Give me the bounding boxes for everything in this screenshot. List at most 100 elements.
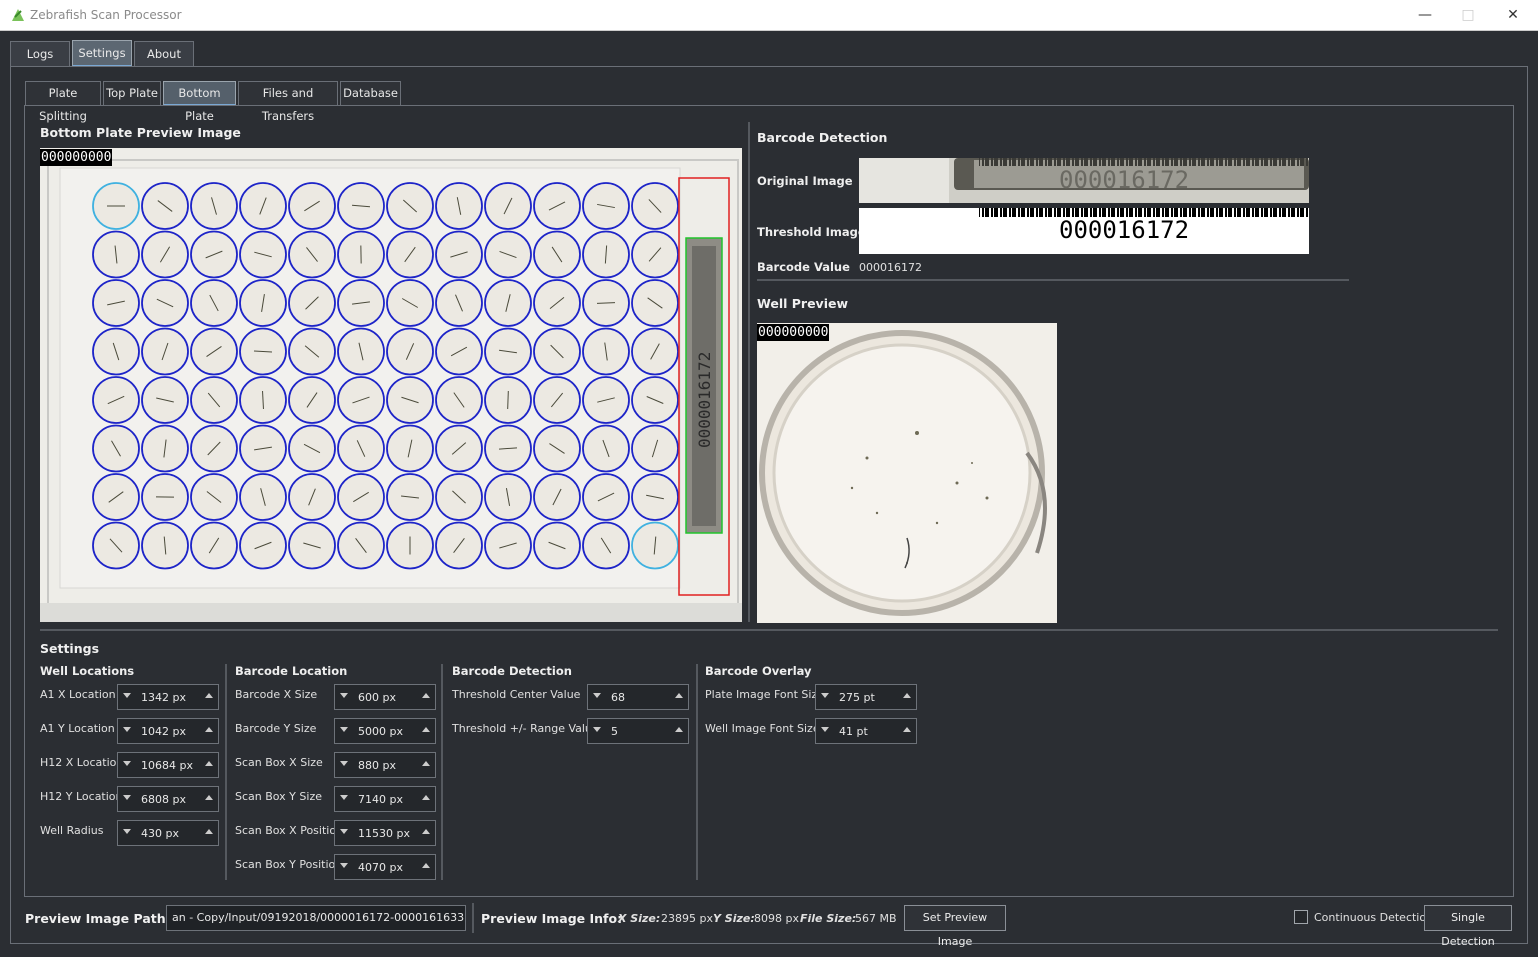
chevron-up-icon[interactable] — [205, 761, 213, 766]
well-overlay-number: 000000000 — [757, 324, 830, 341]
setting-spinbox[interactable]: 880 px — [334, 752, 436, 778]
setting-spinbox[interactable]: 275 pt — [815, 684, 917, 710]
setting-spinbox[interactable]: 11530 px — [334, 820, 436, 846]
tab-logs[interactable]: Logs — [10, 41, 70, 67]
chevron-down-icon[interactable] — [340, 727, 348, 732]
tab-plate-splitting[interactable]: Plate Splitting — [25, 81, 101, 123]
file-size-value: 567 MB — [855, 912, 897, 925]
chevron-down-icon[interactable] — [593, 693, 601, 698]
setting-spinbox[interactable]: 430 px — [117, 820, 219, 846]
chevron-up-icon[interactable] — [422, 863, 430, 868]
tab-database[interactable]: Database — [340, 81, 401, 106]
barcode-bar — [985, 158, 988, 166]
tab-settings[interactable]: Settings — [72, 40, 132, 67]
chevron-down-icon[interactable] — [340, 795, 348, 800]
spinbox-value: 7140 px — [358, 793, 403, 806]
chevron-down-icon[interactable] — [123, 727, 131, 732]
tab-top-plate[interactable]: Top Plate — [103, 81, 161, 106]
barcode-bar — [1018, 158, 1020, 166]
chevron-up-icon[interactable] — [205, 795, 213, 800]
spinbox-value: 430 px — [141, 827, 179, 840]
setting-spinbox[interactable]: 5 — [587, 718, 689, 744]
barcode-bar — [1210, 208, 1213, 217]
chevron-up-icon[interactable] — [422, 693, 430, 698]
chevron-down-icon[interactable] — [340, 693, 348, 698]
barcode-bar — [994, 208, 997, 217]
chevron-down-icon[interactable] — [123, 761, 131, 766]
barcode-bar — [1279, 158, 1281, 166]
barcode-bar — [1258, 158, 1259, 166]
setting-label: Scan Box X Size — [235, 756, 323, 769]
barcode-bar — [1198, 158, 1200, 166]
setting-spinbox[interactable]: 68 — [587, 684, 689, 710]
barcode-bar — [1270, 208, 1272, 217]
barcode-bar — [1210, 158, 1213, 166]
setting-spinbox[interactable]: 5000 px — [334, 718, 436, 744]
barcode-bar — [1297, 158, 1299, 166]
barcode-bar — [1300, 208, 1303, 217]
chevron-down-icon[interactable] — [123, 693, 131, 698]
set-preview-image-button[interactable]: Set Preview Image — [904, 905, 1006, 948]
barcode-bar — [997, 208, 998, 217]
footer-divider — [472, 903, 474, 933]
chevron-up-icon[interactable] — [205, 829, 213, 834]
setting-spinbox[interactable]: 1042 px — [117, 718, 219, 744]
tab-about[interactable]: About — [134, 41, 194, 67]
tab-files-and-transfers[interactable]: Files and Transfers — [238, 81, 338, 123]
barcode-bar — [1165, 158, 1168, 166]
barcode-bar — [1027, 158, 1029, 166]
preview-path-label: Preview Image Path: — [25, 911, 171, 926]
spinbox-value: 5 — [611, 725, 618, 738]
chevron-up-icon[interactable] — [903, 727, 911, 732]
settings-divider — [40, 629, 1498, 631]
barcode-bar — [1267, 208, 1268, 217]
barcode-bar — [1114, 158, 1115, 166]
barcode-bar — [1066, 158, 1069, 166]
zebrafish-mark — [596, 302, 616, 304]
barcode-bar — [1015, 208, 1016, 217]
chevron-up-icon[interactable] — [675, 727, 683, 732]
chevron-down-icon[interactable] — [821, 693, 829, 698]
maximize-icon[interactable]: □ — [1445, 0, 1491, 31]
chevron-up-icon[interactable] — [422, 795, 430, 800]
barcode-bar — [1117, 158, 1119, 166]
continuous-detection-label: Continuous Detection — [1314, 911, 1434, 924]
tab-bottom-plate[interactable]: Bottom Plate — [163, 81, 236, 123]
setting-label: Barcode Y Size — [235, 722, 317, 735]
chevron-down-icon[interactable] — [123, 829, 131, 834]
barcode-bar — [1021, 158, 1024, 166]
chevron-down-icon[interactable] — [123, 795, 131, 800]
setting-spinbox[interactable]: 1342 px — [117, 684, 219, 710]
barcode-bar — [1306, 158, 1308, 166]
chevron-down-icon[interactable] — [340, 829, 348, 834]
preview-path-field[interactable]: an - Copy/Input/09192018/0000016172-0000… — [166, 905, 466, 931]
setting-spinbox[interactable]: 4070 px — [334, 854, 436, 880]
chevron-down-icon[interactable] — [340, 761, 348, 766]
chevron-down-icon[interactable] — [340, 863, 348, 868]
close-icon[interactable]: ✕ — [1490, 0, 1536, 31]
setting-spinbox[interactable]: 6808 px — [117, 786, 219, 812]
continuous-detection-checkbox[interactable] — [1294, 910, 1308, 924]
barcode-bar — [1153, 158, 1155, 166]
chevron-up-icon[interactable] — [675, 693, 683, 698]
setting-spinbox[interactable]: 41 pt — [815, 718, 917, 744]
barcode-bar — [1060, 158, 1061, 166]
chevron-up-icon[interactable] — [422, 761, 430, 766]
barcode-bar — [1045, 158, 1047, 166]
minimize-icon[interactable]: — — [1402, 0, 1448, 31]
setting-spinbox[interactable]: 600 px — [334, 684, 436, 710]
chevron-up-icon[interactable] — [205, 693, 213, 698]
setting-spinbox[interactable]: 7140 px — [334, 786, 436, 812]
preview-divider — [748, 122, 750, 622]
barcode-bar — [1147, 158, 1150, 166]
barcode-bar — [1222, 208, 1223, 217]
single-detection-button[interactable]: Single Detection — [1424, 905, 1512, 948]
barcode-bar — [1252, 158, 1254, 166]
chevron-up-icon[interactable] — [422, 727, 430, 732]
setting-spinbox[interactable]: 10684 px — [117, 752, 219, 778]
chevron-up-icon[interactable] — [903, 693, 911, 698]
chevron-up-icon[interactable] — [205, 727, 213, 732]
chevron-up-icon[interactable] — [422, 829, 430, 834]
chevron-down-icon[interactable] — [821, 727, 829, 732]
chevron-down-icon[interactable] — [593, 727, 601, 732]
